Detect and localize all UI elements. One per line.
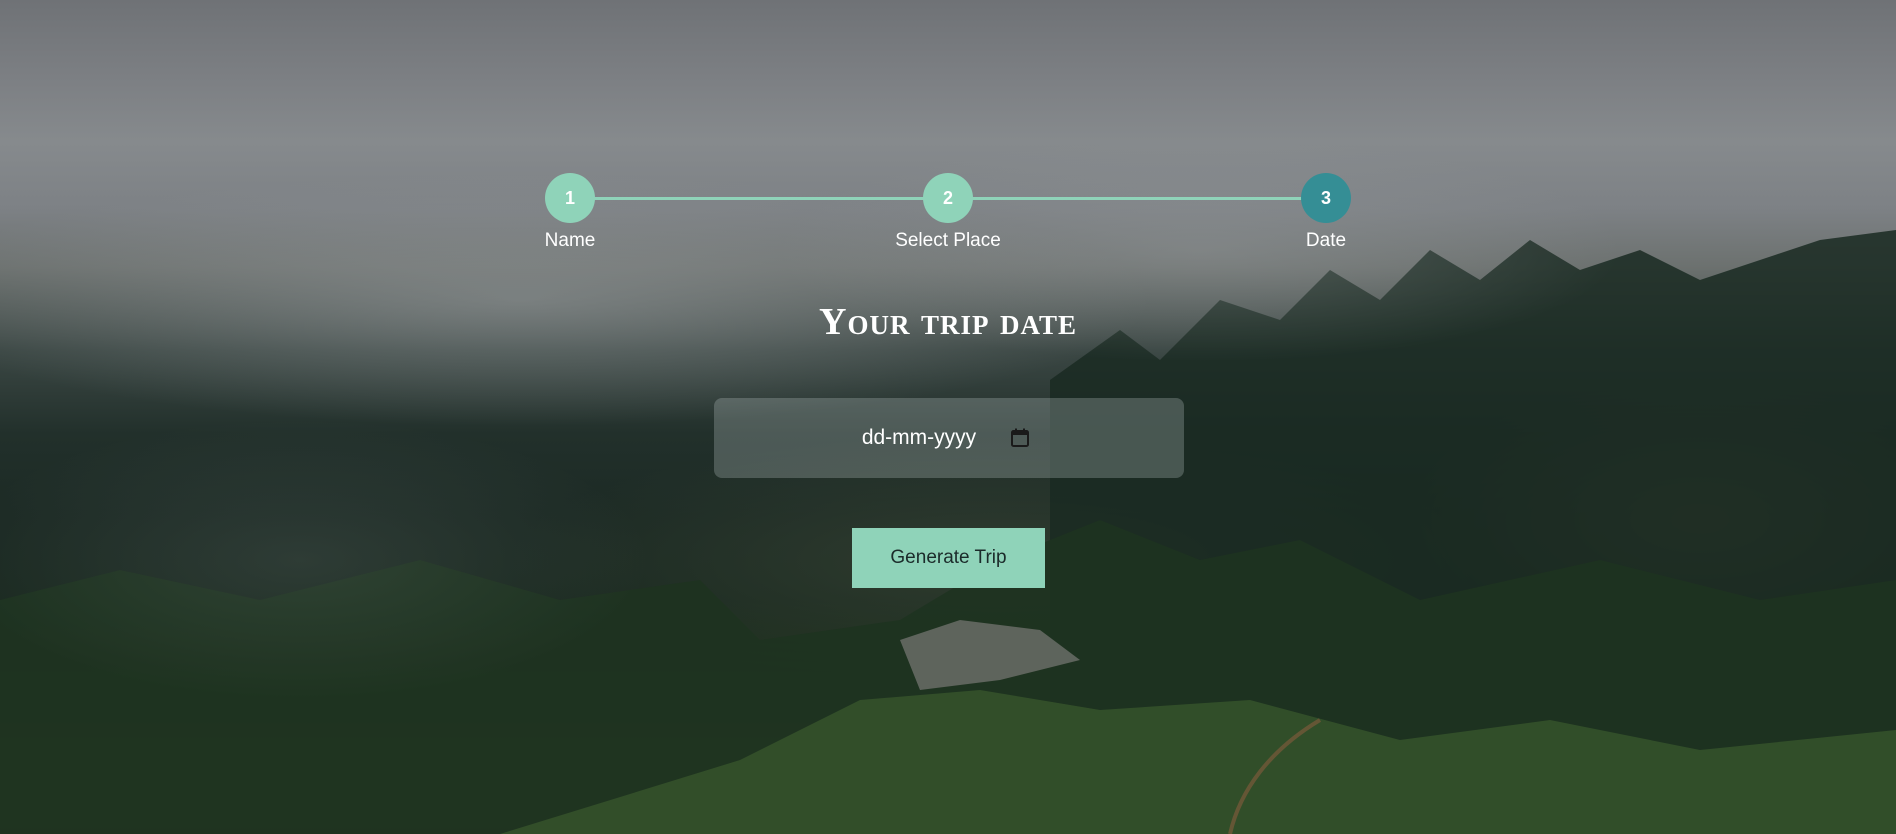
step-number-badge: 1 [545, 173, 595, 223]
date-field-container [714, 398, 1184, 478]
step-date[interactable]: 3 Date [1256, 173, 1396, 252]
step-label: Select Place [895, 230, 1001, 251]
step-number-badge: 2 [923, 173, 973, 223]
step-name[interactable]: 1 Name [500, 173, 640, 252]
step-select-place[interactable]: 2 Select Place [878, 173, 1018, 252]
step-label: Date [1305, 230, 1347, 251]
step-number-badge: 3 [1301, 173, 1351, 223]
page-title: Your trip date [819, 301, 1077, 343]
trip-date-input[interactable] [714, 398, 1184, 478]
progress-stepper: 1 Name 2 Select Place 3 Date [545, 173, 1351, 253]
calendar-icon[interactable] [1011, 428, 1029, 447]
generate-trip-button[interactable]: Generate Trip [852, 528, 1045, 588]
step-label: Name [544, 230, 596, 251]
